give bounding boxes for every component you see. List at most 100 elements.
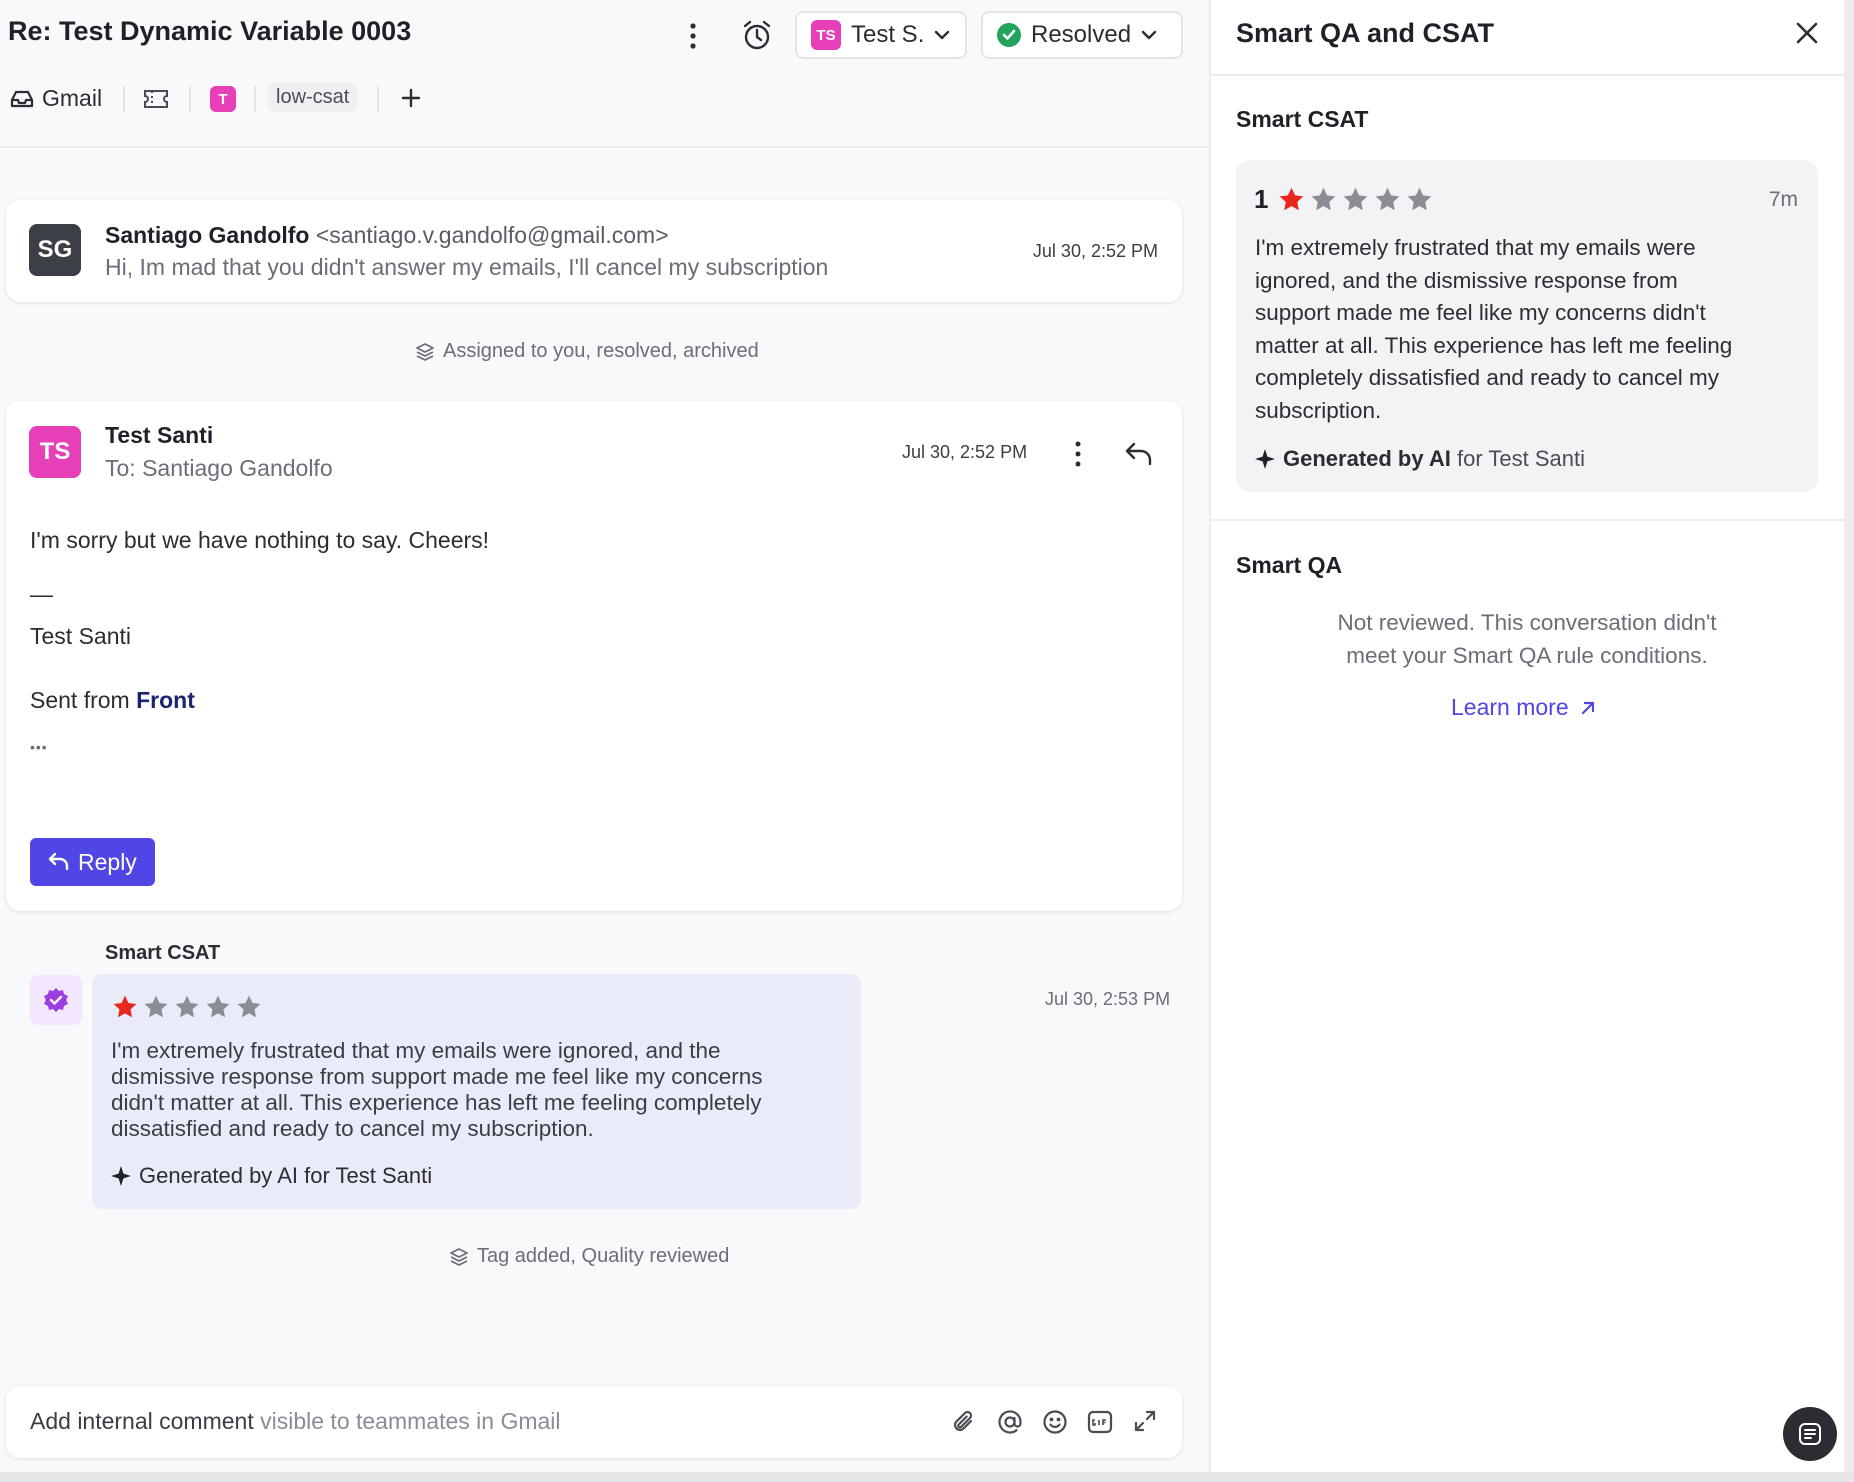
more-options-icon[interactable] <box>686 20 700 52</box>
comment-placeholder-prefix: Add internal comment <box>30 1408 254 1434</box>
message-more-icon[interactable] <box>1072 439 1084 469</box>
activity-event-text: Tag added, Quality reviewed <box>477 1245 730 1267</box>
ai-generated-line: Generated by AI for Test Santi <box>111 1163 432 1189</box>
status-label: Resolved <box>1031 21 1132 48</box>
emoji-smiley-icon[interactable] <box>1042 1409 1068 1435</box>
star-empty-icon <box>175 995 199 1018</box>
mention-at-icon[interactable] <box>997 1409 1023 1435</box>
recipient-line: To: Santiago Gandolfo <box>105 455 333 481</box>
smart-csat-heading: Smart CSAT <box>1236 106 1369 132</box>
csat-activity-text: I'm extremely frustrated that my emails … <box>111 1038 763 1142</box>
toolbar-divider <box>123 86 125 112</box>
csat-star-rating <box>112 994 262 1020</box>
chevron-down-icon <box>1141 30 1157 40</box>
ticket-icon[interactable] <box>143 88 169 110</box>
csat-star-rating <box>1278 186 1433 213</box>
window-edge <box>1844 0 1854 1482</box>
message-timestamp: Jul 30, 2:52 PM <box>902 442 1028 462</box>
panel-title: Smart QA and CSAT <box>1236 18 1495 48</box>
reply-button[interactable]: Reply <box>30 838 155 886</box>
message-timestamp: Jul 30, 2:52 PM <box>1032 241 1158 261</box>
comment-input[interactable]: Add internal comment visible to teammate… <box>30 1408 561 1435</box>
smart-qa-status-line: Not reviewed. This conversation didn't <box>1337 610 1717 635</box>
conversation-title: Re: Test Dynamic Variable 0003 <box>8 16 412 46</box>
csat-text-line: dismissive response from support made me… <box>111 1064 763 1089</box>
show-quoted-ellipsis[interactable]: ••• <box>30 739 48 755</box>
layers-icon <box>449 1247 469 1267</box>
csat-badge-icon <box>30 975 82 1025</box>
resolved-check-icon <box>997 23 1021 47</box>
star-filled-icon <box>1279 187 1304 211</box>
panel-header-divider <box>1211 74 1844 76</box>
chevron-down-icon <box>934 30 950 40</box>
csat-summary-line: ignored, and the dismissive response fro… <box>1255 267 1678 293</box>
sender-name: Santiago Gandolfo <box>105 222 310 248</box>
inbox-chip[interactable]: Gmail <box>10 85 102 112</box>
smart-qa-heading: Smart QA <box>1236 552 1343 578</box>
sender-line: Santiago Gandolfo <santiago.v.gandolfo@g… <box>105 222 669 249</box>
toolbar-divider <box>254 86 256 112</box>
csat-summary-line: matter at all. This experience has left … <box>1255 332 1733 358</box>
csat-summary-line: subscription. <box>1255 397 1382 423</box>
ai-generated-text: Generated by AI for Test Santi <box>139 1163 433 1188</box>
star-empty-icon <box>1375 187 1400 211</box>
conversation-pane: Re: Test Dynamic Variable 0003 TS Test S… <box>0 0 1209 1472</box>
csat-text-line: didn't matter at all. This experience ha… <box>111 1090 762 1115</box>
csat-summary-line: completely dissatisfied and ready to can… <box>1255 365 1719 390</box>
gif-icon[interactable] <box>1087 1410 1113 1434</box>
message-body: I'm sorry but we have nothing to say. Ch… <box>30 527 490 553</box>
message-card[interactable]: SG Santiago Gandolfo <santiago.v.gandolf… <box>6 200 1182 302</box>
smart-qa-status-line: meet your Smart QA rule conditions. <box>1346 643 1708 668</box>
activity-event: Assigned to you, resolved, archived <box>415 340 759 363</box>
inbox-tray-icon <box>10 89 34 109</box>
ai-generated-rest: for Test Santi <box>1450 446 1586 471</box>
toolbar-divider <box>377 86 379 112</box>
inbox-label: Gmail <box>42 85 103 111</box>
learn-more-link[interactable]: Learn more <box>1451 694 1597 721</box>
snooze-alarm-icon[interactable] <box>740 18 774 52</box>
activity-event: Tag added, Quality reviewed <box>449 1245 729 1268</box>
add-tag-plus-icon[interactable] <box>400 87 422 109</box>
smart-csat-card: 1 7m I'm extremely frustrated that my em… <box>1236 160 1818 492</box>
assignee-avatar: TS <box>811 20 841 50</box>
star-empty-icon <box>1407 187 1432 211</box>
status-dropdown[interactable]: Resolved <box>981 11 1183 59</box>
activity-event-text: Assigned to you, resolved, archived <box>443 340 759 362</box>
ai-generated-line: Generated by AI for Test Santi <box>1255 446 1585 472</box>
expand-arrows-icon[interactable] <box>1133 1409 1157 1433</box>
layers-icon <box>415 342 435 362</box>
message-preview: Hi, Im mad that you didn't answer my ema… <box>105 254 829 280</box>
ai-generated-bold: Generated by AI <box>1283 446 1451 471</box>
star-empty-icon <box>1311 187 1336 211</box>
reply-arrow-icon[interactable] <box>1124 441 1154 467</box>
floating-summary-button[interactable] <box>1783 1407 1837 1461</box>
internal-comment-composer[interactable]: Add internal comment visible to teammate… <box>6 1386 1182 1458</box>
sparkle-icon <box>1255 449 1275 469</box>
arrow-up-right-icon <box>1579 699 1597 717</box>
reply-icon <box>48 852 70 872</box>
star-empty-icon <box>206 995 230 1018</box>
tag-t-badge[interactable]: T <box>210 86 236 112</box>
sparkle-icon <box>111 1166 131 1186</box>
csat-age: 7m <box>1768 188 1798 211</box>
csat-activity-card: I'm extremely frustrated that my emails … <box>92 974 861 1209</box>
sent-from-prefix: Sent from <box>30 687 137 713</box>
learn-more-label: Learn more <box>1451 694 1569 720</box>
sent-from-line: Sent from Front <box>30 687 195 714</box>
star-filled-icon <box>113 995 137 1018</box>
sender-avatar: SG <box>29 224 81 276</box>
sender-name: Test Santi <box>105 422 214 448</box>
sent-from-link[interactable]: Front <box>136 687 195 713</box>
csat-activity-timestamp: Jul 30, 2:53 PM <box>1045 989 1171 1009</box>
csat-text-line: I'm extremely frustrated that my emails … <box>111 1038 721 1063</box>
window-bottom-edge <box>0 1472 1854 1482</box>
panel-section-divider <box>1211 519 1844 521</box>
assignee-dropdown[interactable]: TS Test S. <box>795 11 967 59</box>
attachment-paperclip-icon[interactable] <box>952 1409 976 1435</box>
tag-chip-low-csat[interactable]: low-csat <box>268 83 358 112</box>
close-icon[interactable] <box>1794 20 1820 46</box>
csat-summary: I'm extremely frustrated that my emails … <box>1255 232 1732 427</box>
star-empty-icon <box>1343 187 1368 211</box>
signature-dash: — <box>30 581 53 607</box>
toolbar-divider <box>189 86 191 112</box>
